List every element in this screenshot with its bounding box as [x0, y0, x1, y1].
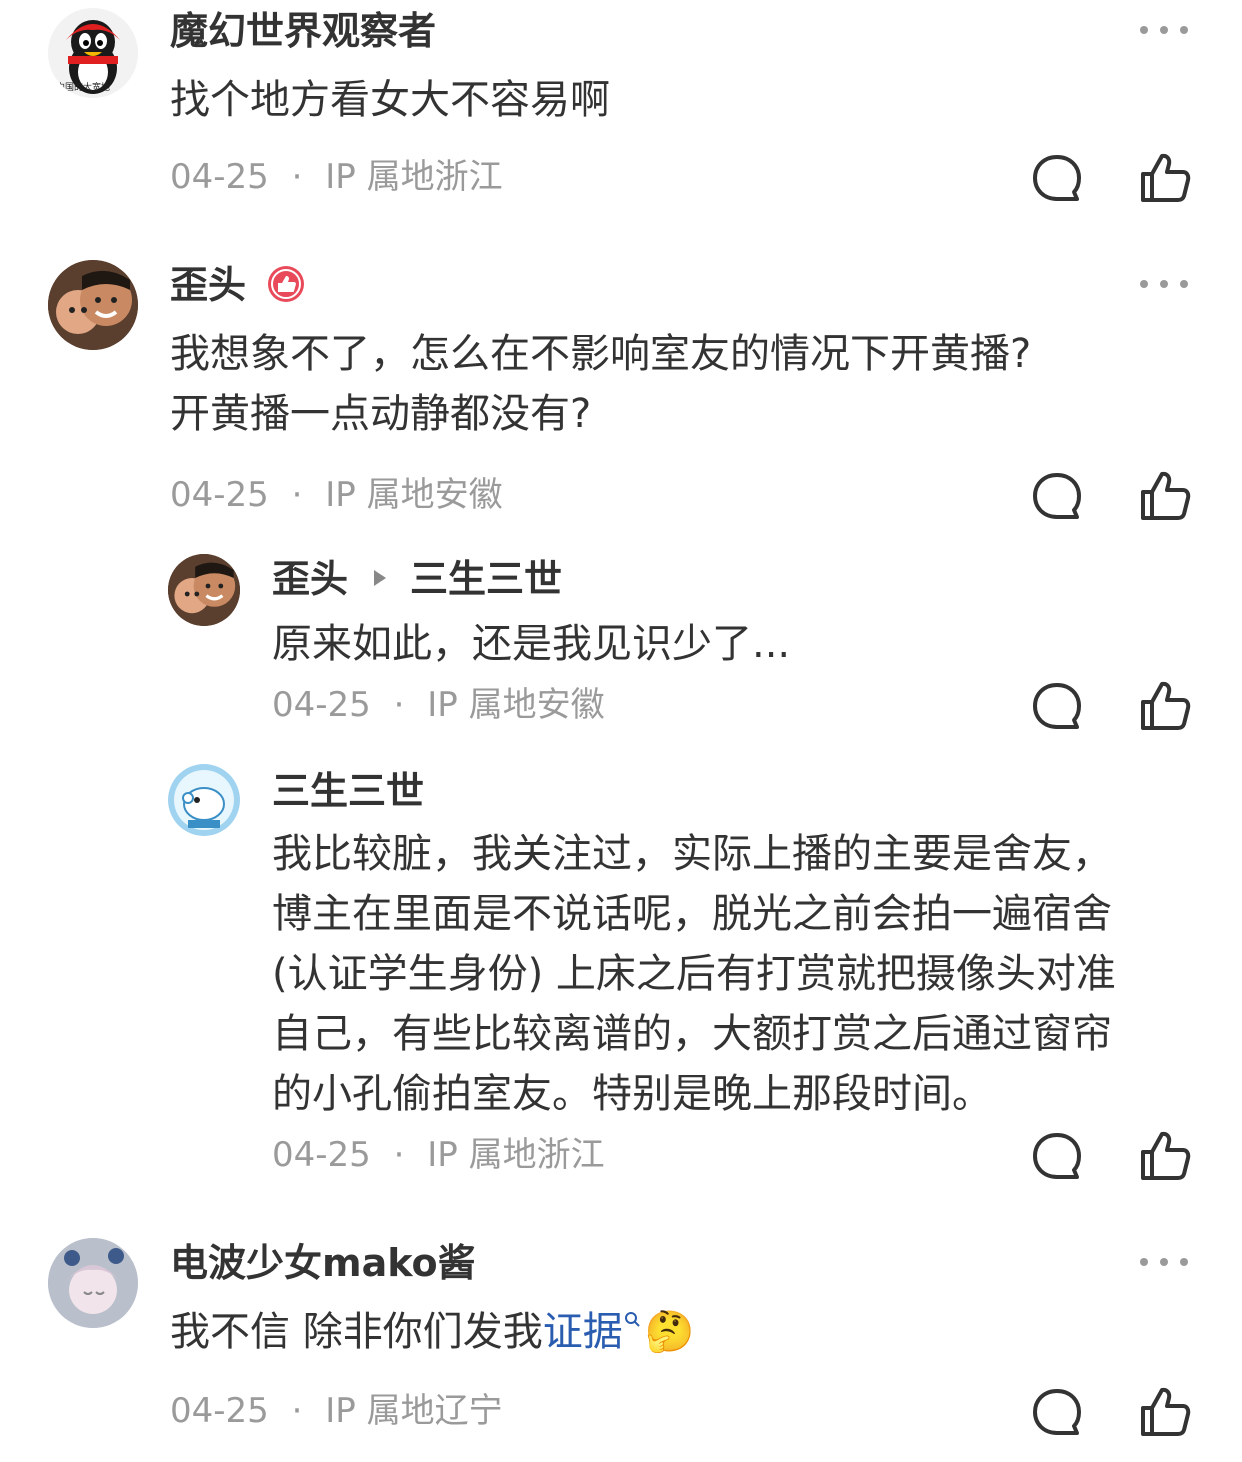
avatar-caption: 中国的大宽地 — [56, 83, 111, 93]
comment-text: 找个地方看女大不容易啊 — [170, 77, 610, 123]
comment-bubble-icon[interactable] — [1030, 1386, 1084, 1440]
reply-1: 歪头 三生三世 原来如此，还是我见识少了... 04-25 · IP 属地安徽 — [0, 550, 1242, 750]
thinking-emoji: 🤔 — [644, 1309, 695, 1355]
reply-to-author[interactable]: 三生三世 — [410, 560, 562, 598]
comment-meta: 04-25 · IP 属地安徽 — [170, 478, 503, 512]
meta-separator: · — [393, 1135, 405, 1175]
reply-arrow-icon — [374, 570, 386, 586]
search-icon[interactable] — [623, 1310, 641, 1332]
reply-author[interactable]: 三生三世 — [272, 772, 424, 810]
avatar[interactable] — [168, 764, 240, 836]
thumbs-up-icon[interactable] — [1138, 1384, 1192, 1438]
meta-separator: · — [291, 1391, 303, 1431]
comment-author[interactable]: 魔幻世界观察者 — [170, 12, 436, 50]
reply-text-line: 博主在里面是不说话呢，脱光之前会拍一遍宿舍 — [272, 891, 1112, 937]
comment-bubble-icon[interactable] — [1030, 152, 1084, 206]
comment-ip: IP 属地浙江 — [325, 157, 503, 197]
comment-bubble-icon[interactable] — [1030, 1130, 1084, 1184]
reply-2: 三生三世 我比较脏，我关注过，实际上播的主要是舍友， 博主在里面是不说话呢，脱光… — [0, 760, 1242, 1200]
avatar[interactable] — [48, 260, 138, 350]
more-dots-icon[interactable] — [1140, 1252, 1200, 1272]
avatar[interactable] — [168, 554, 240, 626]
more-dots-icon[interactable] — [1140, 20, 1200, 40]
reply-author[interactable]: 歪头 — [272, 560, 348, 598]
comment-meta: 04-25 · IP 属地辽宁 — [170, 1394, 503, 1428]
thumbs-up-icon[interactable] — [1138, 678, 1192, 732]
comment-date: 04-25 — [170, 475, 269, 515]
thumbs-up-icon[interactable] — [1138, 468, 1192, 522]
meta-separator: · — [393, 685, 405, 725]
comment-bubble-icon[interactable] — [1030, 470, 1084, 524]
comment-3: 电波少女mako酱 我不信 除非你们发我证据 🤔 04-25 · IP 属地辽宁 — [0, 1230, 1242, 1462]
comment-ip: IP 属地辽宁 — [325, 1391, 503, 1431]
comment-date: 04-25 — [272, 685, 371, 725]
more-dots-icon[interactable] — [1140, 274, 1200, 294]
reply-text: 我比较脏，我关注过，实际上播的主要是舍友， 博主在里面是不说话呢，脱光之前会拍一… — [272, 824, 1116, 1124]
comment-ip: IP 属地浙江 — [427, 1135, 605, 1175]
avatar[interactable] — [48, 1238, 138, 1328]
reply-text-line: 自己，有些比较离谱的，大额打赏之后通过窗帘 — [272, 1011, 1112, 1057]
comment-text-line: 我想象不了，怎么在不影响室友的情况下开黄播? — [170, 331, 1032, 377]
comment-text: 我不信 除非你们发我证据 🤔 — [170, 1302, 695, 1362]
reply-text-line: 的小孔偷拍室友。特别是晚上那段时间。 — [272, 1071, 992, 1117]
meta-separator: · — [291, 475, 303, 515]
comment-meta: 04-25 · IP 属地安徽 — [272, 688, 605, 722]
comment-text-line: 开黄播一点动静都没有? — [170, 391, 592, 437]
thumbs-up-badge-icon — [268, 266, 304, 302]
comment-date: 04-25 — [170, 1391, 269, 1431]
comment-date: 04-25 — [272, 1135, 371, 1175]
comment-meta: 04-25 · IP 属地浙江 — [170, 160, 503, 194]
comment-author[interactable]: 歪头 — [170, 266, 246, 304]
comment-text-prefix: 我不信 除非你们发我 — [170, 1309, 543, 1355]
avatar[interactable]: 中国的大宽地 — [48, 8, 138, 98]
comment-1: 中国的大宽地 魔幻世界观察者 找个地方看女大不容易啊 04-25 · IP 属地… — [0, 0, 1242, 230]
reply-text: 原来如此，还是我见识少了... — [272, 621, 791, 667]
thumbs-up-icon[interactable] — [1138, 1128, 1192, 1182]
reply-text-line: 我比较脏，我关注过，实际上播的主要是舍友， — [272, 831, 1112, 877]
comment-ip: IP 属地安徽 — [427, 685, 605, 725]
meta-separator: · — [291, 157, 303, 197]
thumbs-up-icon[interactable] — [1138, 150, 1192, 204]
comment-text: 我想象不了，怎么在不影响室友的情况下开黄播? 开黄播一点动静都没有? — [170, 324, 1031, 444]
comment-ip: IP 属地安徽 — [325, 475, 503, 515]
comment-meta: 04-25 · IP 属地浙江 — [272, 1138, 605, 1172]
reply-text-line: (认证学生身份) 上床之后有打赏就把摄像头对准 — [272, 951, 1116, 997]
comment-date: 04-25 — [170, 157, 269, 197]
comment-2: 歪头 我想象不了，怎么在不影响室友的情况下开黄播? 开黄播一点动静都没有? 04… — [0, 250, 1242, 540]
comment-author[interactable]: 电波少女mako酱 — [170, 1244, 476, 1282]
comment-bubble-icon[interactable] — [1030, 680, 1084, 734]
search-link[interactable]: 证据 — [543, 1309, 623, 1355]
